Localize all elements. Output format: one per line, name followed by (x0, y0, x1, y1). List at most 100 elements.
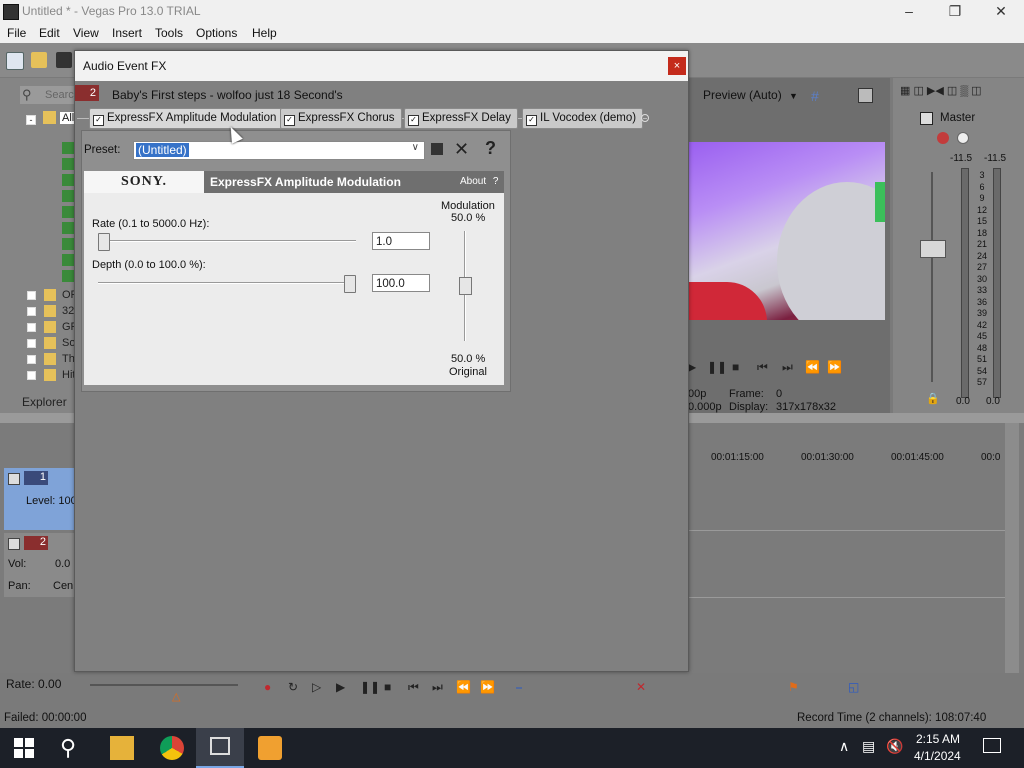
menu-help[interactable]: Help (252, 26, 277, 40)
rate-slider[interactable] (90, 684, 238, 686)
chain-item-chorus[interactable]: ✓ ExpressFX Chorus (280, 108, 402, 129)
preview-mode-dropdown[interactable]: Preview (Auto) ▼ (703, 88, 798, 102)
stop-icon[interactable]: ■ (732, 360, 739, 374)
search-icon[interactable]: ⚲ (60, 736, 84, 760)
master-fader-handle[interactable] (920, 240, 946, 258)
depth-slider-track[interactable] (98, 282, 356, 284)
chain-checkbox[interactable]: ✓ (93, 115, 104, 126)
rate-slider-track[interactable] (98, 240, 356, 242)
notifications-icon[interactable] (983, 738, 1001, 753)
vegas-taskbar-button[interactable] (196, 728, 244, 768)
chain-item-amplitude-modulation[interactable]: ✓ ExpressFX Amplitude Modulation (89, 108, 284, 129)
file-explorer-icon[interactable] (110, 736, 134, 760)
tree-expand-icon[interactable] (27, 371, 36, 380)
menu-insert[interactable]: Insert (112, 26, 142, 40)
pause-icon[interactable]: ❚❚ (707, 360, 727, 374)
maximize-button[interactable]: ❐ (932, 0, 978, 23)
minimize-button[interactable]: – (886, 0, 932, 23)
play-start-icon[interactable]: ▷ (312, 680, 321, 694)
menu-tools[interactable]: Tools (155, 26, 183, 40)
pause-icon[interactable]: ❚❚ (360, 680, 380, 694)
tree-expand-icon[interactable] (27, 291, 36, 300)
marker-icon[interactable]: ⚑ (788, 680, 799, 694)
fast-forward-icon[interactable]: ⏩ (827, 360, 842, 374)
preset-input[interactable]: (Untitled) ∨ (133, 141, 425, 160)
windows-start-icon[interactable] (14, 738, 34, 758)
save-preset-icon[interactable] (431, 143, 443, 155)
tree-expand-icon[interactable] (27, 323, 36, 332)
menu-edit[interactable]: Edit (39, 26, 60, 40)
modulation-bottom-value: 50.0 % (451, 353, 486, 365)
tree-item[interactable]: Th (62, 353, 75, 365)
bottom-transport: ● ↻ ▷ ▶ ❚❚ ■ ⏮ ⏭ ⏪ ⏩ ⎯ ✕ ⚑ ◱ (264, 680, 984, 700)
clock-date[interactable]: 4/1/2024 (914, 749, 961, 763)
open-folder-icon[interactable] (31, 52, 47, 68)
chevron-down-icon[interactable]: ∨ (410, 142, 421, 153)
chrome-icon[interactable] (160, 736, 184, 760)
master-fx-icon[interactable] (937, 132, 949, 144)
delete-icon[interactable]: ✕ (636, 680, 646, 694)
save-icon[interactable] (56, 52, 72, 68)
play-icon[interactable]: ▶ (336, 680, 345, 694)
track-expand-icon[interactable] (8, 538, 20, 550)
clock-time[interactable]: 2:15 AM (916, 732, 960, 746)
chain-checkbox[interactable]: ✓ (408, 115, 419, 126)
rate-slider-marker[interactable]: △ (172, 690, 180, 703)
new-file-icon[interactable] (6, 52, 24, 70)
timeline-scrollbar[interactable] (1005, 423, 1019, 673)
copy-snapshot-icon[interactable] (858, 88, 873, 103)
tree-item[interactable]: 32 (62, 305, 74, 317)
lock-icon[interactable]: 🔒 (926, 392, 940, 405)
tree-expand-icon[interactable] (27, 307, 36, 316)
next-frame-icon[interactable]: ⏭ (782, 360, 793, 375)
menu-options[interactable]: Options (196, 26, 237, 40)
about-button[interactable]: About ? (460, 176, 498, 187)
help-button[interactable]: ? (485, 138, 496, 159)
chain-item-delay[interactable]: ✓ ExpressFX Delay (404, 108, 518, 129)
rewind-icon[interactable]: ⏪ (805, 360, 820, 374)
tree-expand-icon[interactable] (27, 339, 36, 348)
volume-muted-icon[interactable]: 🔇 (886, 738, 903, 755)
master-box-icon[interactable] (920, 112, 933, 125)
master-mute-icon[interactable] (957, 132, 969, 144)
explorer-tab[interactable]: Explorer (22, 395, 67, 409)
time-marker: 00:01:30:00 (801, 452, 854, 463)
tree-expand-icon[interactable] (27, 355, 36, 364)
go-end-icon[interactable]: ⏭ (432, 680, 443, 695)
rate-input[interactable]: 1.0 (372, 232, 430, 250)
rate-slider-thumb[interactable] (98, 233, 110, 251)
mixer-icon[interactable]: ▦ ◫ ▶◀ ◫ ▒ ◫ (900, 85, 982, 97)
go-start-icon[interactable]: ⏮ (408, 680, 419, 695)
menu-view[interactable]: View (73, 26, 99, 40)
menu-file[interactable]: File (7, 26, 26, 40)
depth-input[interactable]: 100.0 (372, 274, 430, 292)
app-orange-icon[interactable] (258, 736, 282, 760)
record-icon[interactable]: ● (264, 680, 271, 694)
plugin-node-icon (62, 206, 74, 218)
vegas-icon (210, 737, 230, 755)
chain-checkbox[interactable]: ✓ (284, 115, 295, 126)
tray-chevron-icon[interactable]: ∧ (839, 738, 849, 755)
track-expand-icon[interactable] (8, 473, 20, 485)
delete-preset-icon[interactable]: ✕ (454, 139, 469, 160)
edit-tool-icon[interactable]: ⎯ (516, 680, 522, 695)
grid-icon[interactable]: # (811, 88, 819, 104)
loop-icon[interactable]: ↻ (288, 680, 298, 694)
snap-icon[interactable]: ◱ (848, 680, 859, 694)
explorer-search[interactable]: ⚲ Search (20, 86, 80, 104)
next-frame-icon[interactable]: ⏩ (480, 680, 495, 694)
tree-collapse-icon[interactable]: - (26, 115, 36, 125)
dialog-title: Audio Event FX (83, 59, 167, 73)
stop-icon[interactable]: ■ (384, 680, 391, 694)
mix-slider-thumb[interactable] (459, 277, 472, 295)
prev-frame-icon[interactable]: ⏪ (456, 680, 471, 694)
chain-item-vocodex[interactable]: ✓ IL Vocodex (demo) (522, 108, 644, 129)
dialog-close-button[interactable]: × (668, 57, 686, 75)
depth-slider-thumb[interactable] (344, 275, 356, 293)
chain-checkbox[interactable]: ✓ (526, 115, 537, 126)
close-window-button[interactable]: ✕ (978, 0, 1024, 23)
prev-frame-icon[interactable]: ⏮ (757, 360, 768, 375)
event-number: 2 (89, 87, 96, 99)
db-tick: 15 (976, 216, 987, 226)
network-icon[interactable]: ▤ (862, 738, 875, 755)
